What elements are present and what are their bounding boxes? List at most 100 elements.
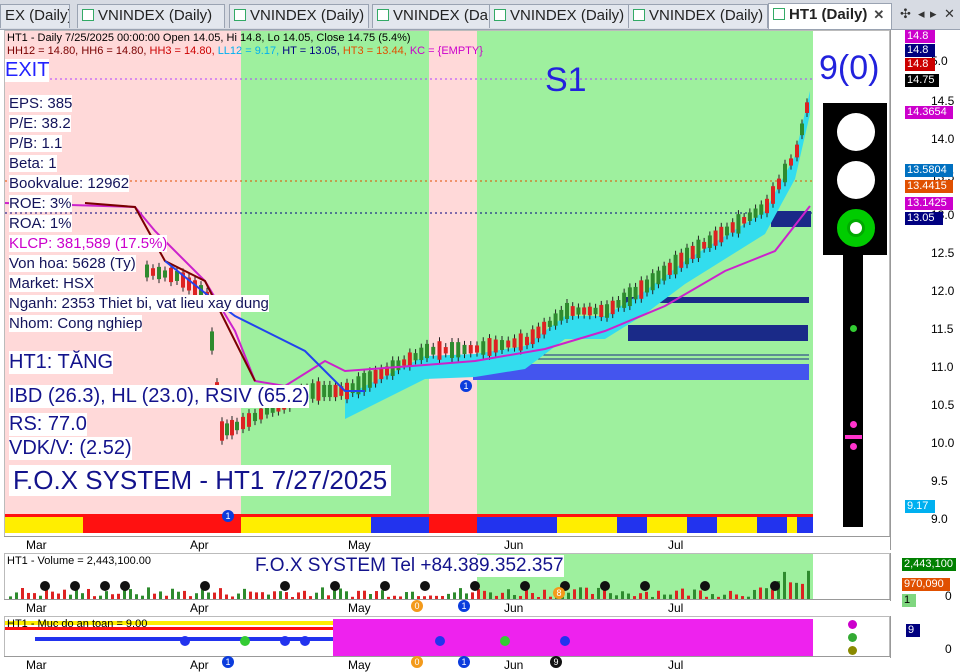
candle (587, 306, 592, 316)
candle (493, 339, 498, 353)
stat-klcp: KLCP: 381,589 (17.5%) (9, 235, 168, 252)
chart-icon (234, 9, 246, 21)
candle (530, 329, 535, 345)
phone-label: F.O.X SYSTEM Tel +84.389.352.357 (255, 555, 564, 577)
volume-tag: 2,443,100 (902, 558, 956, 571)
tab-bar: EX (Daily) VNINDEX (Daily) VNINDEX (Dail… (0, 0, 960, 30)
candle (259, 408, 263, 420)
volume-dot (470, 581, 480, 591)
candle (462, 344, 467, 355)
candle (169, 267, 173, 283)
ibd-label: IBD (26.3), HL (23.0), RSIV (65.2) (9, 385, 310, 408)
rs-label: RS: 77.0 (9, 413, 87, 436)
marker-0[interactable]: 0 (411, 656, 423, 668)
close-window-icon[interactable]: ✕ (944, 6, 955, 22)
volume-bar (795, 582, 798, 600)
close-tab-icon[interactable]: ✕ (873, 7, 884, 22)
price-tag: 14.8 (905, 44, 935, 57)
stat-nhom: Nhom: Cong nghiep (9, 315, 143, 332)
month-label: Mar (26, 538, 47, 552)
marker-1[interactable]: 1 (222, 510, 234, 522)
count-label: 9(0) (819, 49, 880, 87)
month-label: Mar (26, 601, 47, 615)
stat-vonhoa: Von hoa: 5628 (Ty) (9, 255, 136, 272)
candle (702, 241, 707, 249)
arrow-left-icon[interactable]: ◂ (918, 6, 925, 22)
stat-market: Market: HSX (9, 275, 95, 292)
month-label: Jul (668, 658, 684, 672)
candle (576, 307, 581, 315)
candle (777, 178, 781, 190)
arrow-right-icon[interactable]: ▸ (930, 6, 937, 22)
candle (639, 280, 644, 299)
signal-segment (557, 517, 617, 533)
date-axis: Mar Apr May Jun Jul (4, 536, 890, 552)
candle (599, 304, 604, 318)
marker-0[interactable]: 0 (411, 600, 423, 612)
month-label: Mar (26, 658, 47, 672)
price-tag: 13.05 (905, 212, 943, 225)
volume-dot (200, 581, 210, 591)
marker-1[interactable]: 1 (458, 600, 470, 612)
price-tag: 14.3654 (905, 106, 953, 119)
candle (673, 254, 678, 275)
stat-beta: Beta: 1 (9, 155, 57, 172)
candle (163, 270, 167, 278)
candle (151, 268, 155, 276)
volume-dot (120, 581, 130, 591)
candle (645, 279, 649, 293)
marker-1[interactable]: 1 (458, 656, 470, 668)
candle (327, 384, 332, 398)
candle (593, 307, 598, 315)
candle (253, 412, 257, 422)
candle (525, 336, 529, 346)
candle (157, 266, 161, 280)
signal-meter (843, 255, 863, 527)
indicator-header: HH12 = 14.80, HH6 = 14.80, HH3 = 14.80, … (7, 45, 483, 57)
candle (730, 222, 735, 233)
candle (425, 343, 429, 359)
safety-pane[interactable]: HT1 - Muc do an toan = 9.00 (4, 616, 890, 658)
price-tick: 12.0 (931, 284, 955, 298)
tab-vnindex-1[interactable]: VNINDEX (Daily) (77, 4, 225, 28)
volume-pane[interactable]: HT1 - Volume = 2,443,100.00 F.O.X SYSTEM… (4, 553, 890, 602)
marker-9[interactable]: 9 (550, 656, 562, 668)
safety-dot (500, 636, 510, 646)
month-label: Jun (504, 601, 524, 615)
signal-segment (83, 517, 241, 533)
candle (373, 369, 378, 384)
candle (747, 212, 752, 222)
candle (419, 347, 424, 361)
signal-segment (371, 517, 429, 533)
safety-title: HT1 - Muc do an toan = 9.00 (7, 618, 148, 630)
marker-1[interactable]: 1 (460, 380, 472, 392)
price-tag: 14.8 (905, 30, 935, 43)
candle (771, 186, 775, 204)
candle (456, 342, 461, 358)
tab-ex[interactable]: EX (Daily) (0, 4, 70, 28)
chart-icon (377, 9, 389, 21)
chart-icon (82, 9, 94, 21)
nav-icon[interactable]: ✣ (900, 6, 911, 22)
price-tick: 9.0 (931, 512, 948, 526)
candle (235, 421, 239, 431)
chart-icon (633, 9, 645, 21)
volume-dot (520, 581, 530, 591)
price-pane[interactable]: HT1 - Daily 7/25/2025 00:00:00 Open 14.0… (4, 30, 890, 550)
tab-vnindex-4[interactable]: VNINDEX (Daily) (489, 4, 629, 28)
tab-ht1[interactable]: HT1 (Daily) ✕ (768, 3, 892, 29)
marker-1[interactable]: 1 (222, 656, 234, 668)
safety-tag: 9 (906, 624, 920, 637)
safety-dot-olive (848, 646, 857, 655)
candle (547, 320, 552, 327)
candle (322, 384, 327, 398)
candle (719, 226, 724, 243)
tab-vnindex-2[interactable]: VNINDEX (Daily) (229, 4, 369, 28)
candle (667, 262, 672, 275)
candle (145, 264, 149, 278)
marker-8[interactable]: 8 (553, 587, 565, 599)
tab-vnindex-5[interactable]: VNINDEX (Daily) (628, 4, 768, 28)
safety-dot (180, 636, 190, 646)
stat-nganh: Nganh: 2353 Thiet bi, vat lieu xay dung (9, 295, 269, 312)
signal-segment (797, 517, 813, 533)
